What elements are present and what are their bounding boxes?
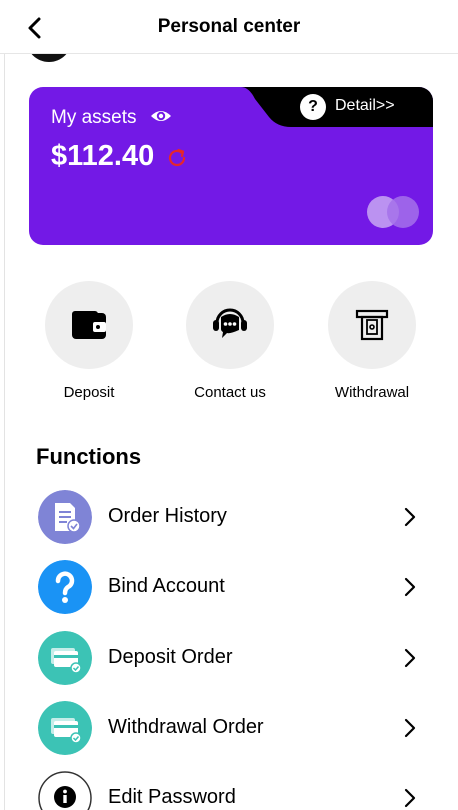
document-icon — [38, 490, 92, 544]
assets-value: $112.40 — [51, 140, 155, 172]
order-history-label: Order History — [108, 505, 227, 527]
deposit-button[interactable]: Deposit — [45, 281, 133, 401]
withdrawal-order-item[interactable]: Withdrawal Order — [38, 701, 418, 755]
order-history-item[interactable]: Order History — [38, 490, 418, 544]
bind-account-item[interactable]: Bind Account — [38, 560, 418, 614]
edit-password-label: Edit Password — [108, 786, 236, 808]
info-icon — [38, 771, 92, 810]
header-bar: Personal center — [0, 0, 458, 54]
chevron-right-icon — [404, 507, 416, 527]
contact-us-label: Contact us — [194, 384, 266, 401]
edit-password-item[interactable]: Edit Password — [38, 771, 418, 810]
deposit-order-item[interactable]: Deposit Order — [38, 631, 418, 685]
help-icon[interactable]: ? — [300, 94, 326, 120]
withdrawal-icon-circle[interactable] — [328, 281, 416, 369]
deposit-order-label: Deposit Order — [108, 646, 233, 668]
contact-us-button[interactable]: Contact us — [186, 281, 274, 401]
withdrawal-label: Withdrawal — [334, 384, 410, 401]
card-icon — [38, 701, 92, 755]
support-chat-icon — [213, 308, 247, 338]
page-title: Personal center — [157, 16, 301, 37]
withdrawal-button[interactable]: Withdrawal — [328, 281, 416, 401]
assets-label: My assets — [51, 107, 137, 128]
deposit-icon-circle[interactable] — [45, 281, 133, 369]
bind-account-label: Bind Account — [108, 575, 225, 597]
chevron-right-icon — [404, 577, 416, 597]
functions-heading: Functions — [36, 444, 142, 469]
card-icon — [38, 631, 92, 685]
refresh-icon[interactable] — [165, 146, 189, 170]
deposit-label: Deposit — [63, 384, 115, 401]
chevron-right-icon — [404, 718, 416, 738]
divider — [4, 54, 5, 810]
detail-link[interactable]: Detail>> — [335, 97, 395, 115]
assets-card: My assets $112.40 ? Detail>> — [29, 87, 433, 245]
eye-icon[interactable] — [150, 107, 172, 125]
chevron-right-icon — [404, 788, 416, 808]
withdrawal-order-label: Withdrawal Order — [108, 716, 264, 738]
atm-icon — [355, 309, 389, 341]
chevron-right-icon — [404, 648, 416, 668]
question-icon — [38, 560, 92, 614]
wallet-icon — [72, 311, 106, 339]
contact-icon-circle[interactable] — [186, 281, 274, 369]
card-brand-icon — [367, 196, 419, 228]
